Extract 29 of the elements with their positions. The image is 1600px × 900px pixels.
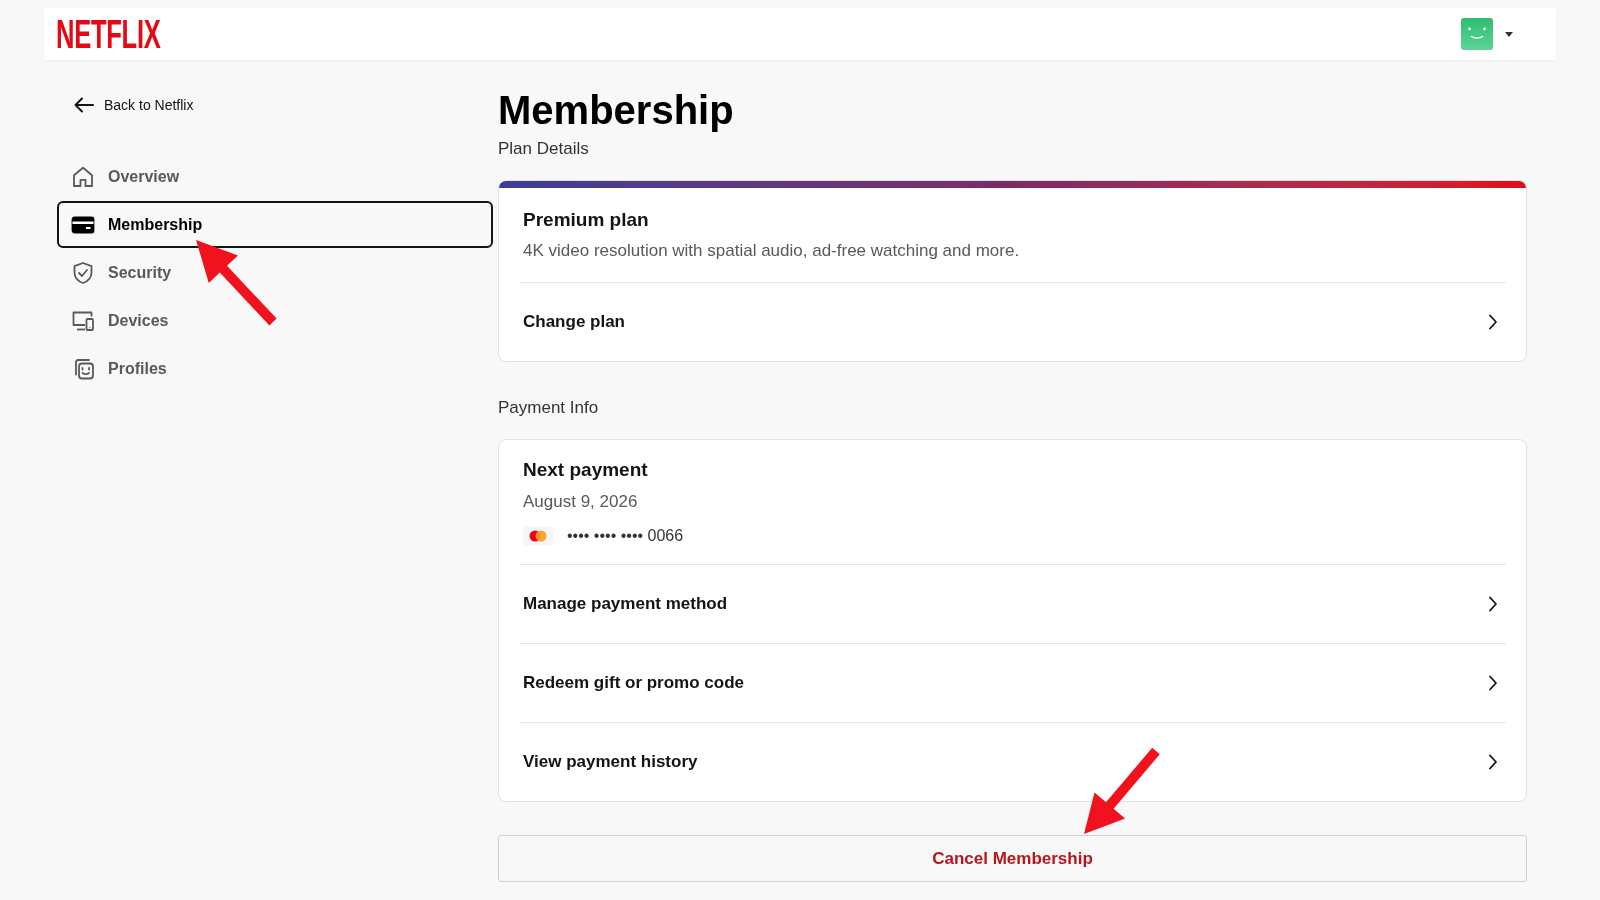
cancel-membership-button[interactable]: Cancel Membership [498,835,1527,882]
next-payment-title: Next payment [523,458,649,482]
chevron-right-icon [1488,675,1498,691]
chevron-right-icon [1488,596,1498,612]
sidebar-item[interactable]: Devices [57,297,493,344]
menu-row[interactable]: Change plan [519,282,1506,361]
overlapping-circles-icon [523,526,553,546]
menu-row[interactable]: Manage payment method [519,564,1506,643]
shield-check-icon [71,260,95,285]
card-number: •••• •••• •••• 0066 [567,526,684,546]
sidebar-item[interactable]: Profiles [57,345,493,392]
page-title: Membership [498,87,735,134]
pointer-arrow-icon [194,238,279,328]
plan-description: 4K video resolution with spatial audio, ad-free watching and more. [523,240,1021,262]
sidebar-item[interactable]: Membership [57,201,493,248]
back-link[interactable]: Back to Netflix [74,95,194,115]
sidebar-item[interactable]: Overview [57,153,493,200]
arrow-left-icon [74,97,94,113]
chevron-right-icon [1488,754,1498,770]
menu-row[interactable]: Redeem gift or promo code [519,643,1506,722]
sidebar-item[interactable]: Security [57,249,493,296]
logo-wordmark[interactable]: NETFLIX [56,14,161,54]
chevron-right-icon [1488,314,1498,330]
house-icon [71,164,95,189]
section-label: Payment Info [498,397,600,419]
plan-name: Premium plan [523,208,650,232]
section-label: Plan Details [498,138,590,160]
caret-icon[interactable] [1505,31,1513,37]
next-payment-date: August 9, 2026 [523,491,639,513]
